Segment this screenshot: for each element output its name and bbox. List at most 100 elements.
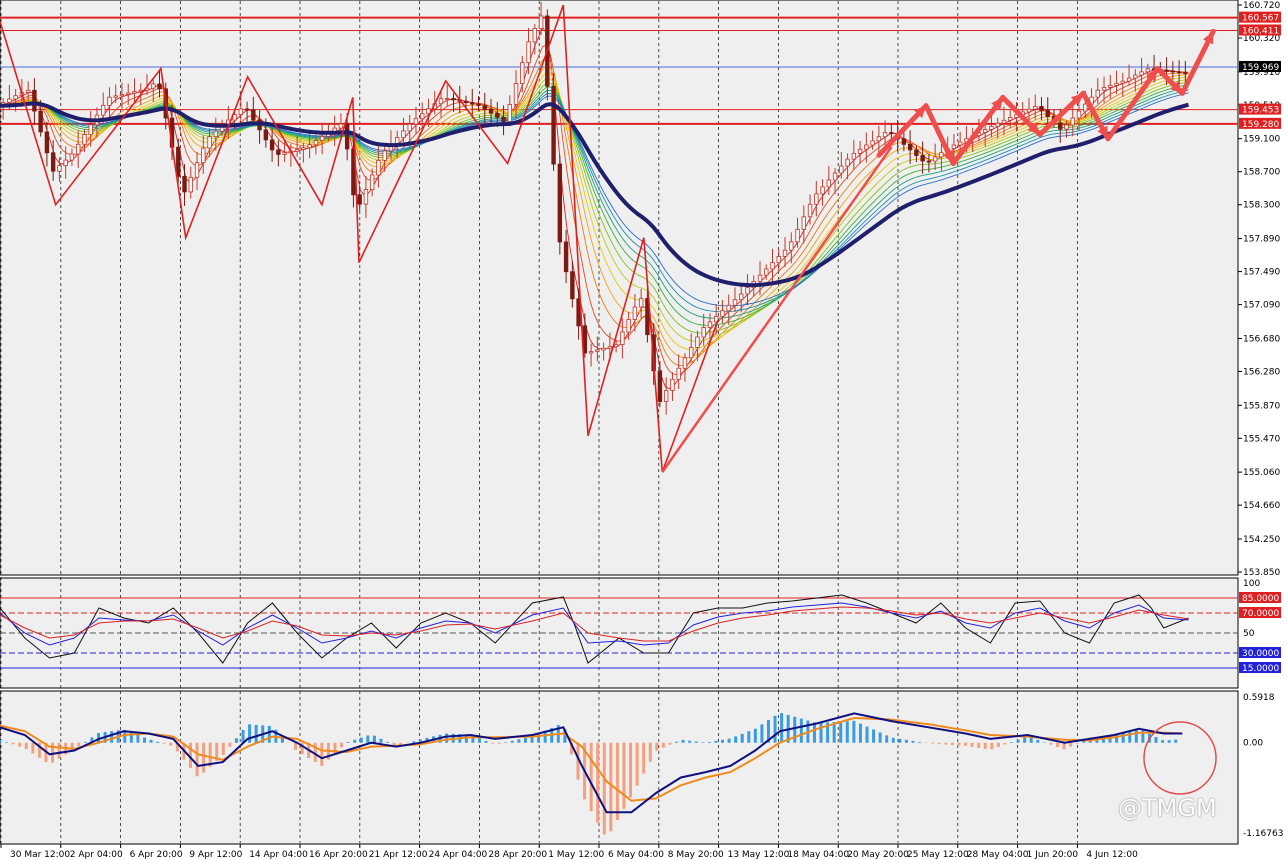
candle-body (69, 153, 75, 161)
candle-body (319, 136, 325, 142)
macd-histogram-bar (622, 742, 626, 809)
level-label: 160.567 (1242, 14, 1279, 24)
macd-histogram-bar (721, 739, 725, 743)
candle-body (488, 108, 494, 114)
candle-body (207, 136, 212, 149)
candle-body (789, 241, 794, 251)
candle-body (926, 160, 932, 163)
macd-histogram-bar (340, 742, 344, 748)
stoch-tick-label: 100 (1243, 579, 1260, 589)
candle-body (445, 98, 450, 100)
macd-histogram-bar (228, 742, 232, 747)
macd-histogram-bar (740, 733, 744, 743)
macd-histogram-bar (812, 722, 816, 743)
x-tick-label: 16 Apr 20:00 (309, 850, 368, 860)
macd-histogram-bar (0, 739, 2, 743)
macd-histogram-bar (990, 742, 994, 750)
candle-body (238, 108, 244, 115)
macd-histogram-bar (668, 742, 672, 745)
candle-body (601, 347, 606, 351)
macd-histogram-bar (799, 718, 803, 743)
macd-histogram-bar (760, 724, 764, 743)
candle-body (1114, 82, 1119, 86)
macd-histogram-bar (484, 740, 488, 743)
macd-histogram-bar (392, 742, 396, 746)
macd-histogram-bar (1075, 742, 1079, 744)
macd-histogram-bar (858, 723, 862, 743)
macd-histogram-bar (596, 742, 600, 823)
macd-histogram-bar (51, 742, 55, 763)
macd-histogram-bar (1010, 742, 1014, 743)
candle-body (845, 158, 850, 167)
candle-body (520, 62, 525, 84)
candle-body (501, 117, 506, 122)
candle-body (119, 93, 125, 97)
price-tick-label: 153.850 (1243, 568, 1280, 578)
price-tick-label: 154.250 (1243, 535, 1280, 545)
macd-histogram-bar (845, 721, 849, 743)
candle-body (182, 176, 187, 193)
macd-histogram-bar (195, 742, 199, 777)
macd-histogram-bar (294, 742, 298, 750)
candle-body (1133, 74, 1138, 79)
macd-histogram-bar (872, 729, 876, 743)
candle-body (382, 150, 387, 161)
macd-histogram-bar (346, 741, 350, 743)
macd-histogram-bar (11, 742, 15, 745)
macd-histogram-bar (1069, 742, 1073, 747)
macd-histogram-bar (386, 741, 390, 743)
macd-histogram-bar (615, 742, 619, 821)
x-tick-label: 6 Apr 20:00 (130, 850, 183, 860)
candle-body (1026, 108, 1032, 113)
candle-body (920, 155, 925, 162)
candle-body (526, 41, 531, 64)
x-tick-label: 25 May 12:00 (907, 850, 969, 860)
macd-histogram-bar (629, 742, 633, 798)
candle-body (951, 144, 957, 150)
candle-body (688, 347, 694, 359)
candle-body (613, 344, 619, 348)
macd-histogram-bar (156, 741, 160, 743)
candle-body (532, 28, 538, 43)
candle-body (770, 262, 775, 270)
macd-histogram-bar (648, 742, 652, 762)
candle-body (513, 83, 519, 105)
x-tick-label: 4 Jun 12:00 (1086, 850, 1138, 860)
stoch-level-label: 85.0000 (1242, 594, 1279, 604)
candle-body (107, 96, 112, 106)
x-tick-label: 20 May 20:00 (847, 850, 909, 860)
x-tick-label: 30 Mar 12:00 (10, 850, 70, 860)
candle-body (401, 130, 406, 138)
macd-histogram-bar (1049, 742, 1053, 745)
macd-histogram-bar (727, 738, 731, 743)
macd-histogram-bar (878, 732, 882, 743)
candle-body (1039, 105, 1044, 111)
price-tick-label: 157.890 (1243, 235, 1280, 245)
macd-histogram-bar (149, 739, 153, 743)
x-tick-label: 1 Jun 20:00 (1027, 850, 1079, 860)
price-tick-label: 156.680 (1243, 334, 1280, 344)
price-tick-label: 158.300 (1243, 201, 1280, 211)
candle-body (113, 95, 118, 98)
candle-body (864, 144, 869, 150)
candle-body (876, 136, 882, 142)
macd-histogram-bar (1062, 742, 1066, 750)
candle-body (870, 140, 875, 146)
macd-histogram-bar (254, 724, 258, 743)
candle-body (32, 89, 37, 112)
macd-tick-label: -1.16763 (1243, 829, 1283, 839)
candle-body (194, 162, 200, 178)
candle-body (357, 194, 362, 205)
macd-histogram-bar (320, 742, 324, 766)
macd-histogram-bar (635, 742, 639, 786)
candle-body (88, 124, 93, 135)
candle-body (376, 159, 381, 176)
macd-histogram-bar (31, 742, 35, 754)
candle-body (682, 357, 688, 369)
candle-body (776, 256, 781, 264)
macd-histogram-bar (747, 731, 751, 743)
macd-histogram-bar (911, 740, 915, 743)
macd-histogram-bar (77, 742, 81, 747)
candle-body (1076, 110, 1082, 119)
macd-histogram-bar (773, 715, 777, 743)
